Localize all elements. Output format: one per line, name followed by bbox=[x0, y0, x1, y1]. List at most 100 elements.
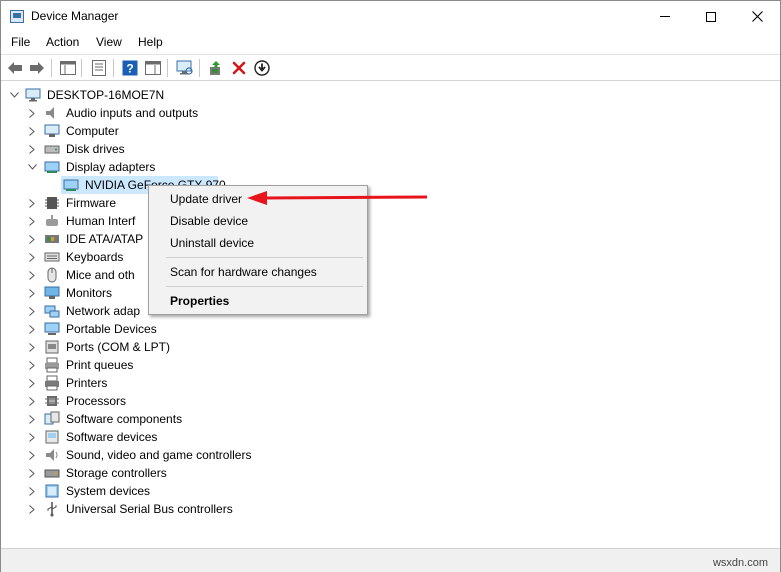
tree-category[interactable]: Print queues bbox=[1, 356, 301, 374]
tree-category[interactable]: Processors bbox=[1, 392, 301, 410]
minimize-button[interactable] bbox=[642, 1, 688, 32]
software-device-icon bbox=[44, 429, 60, 445]
close-button[interactable] bbox=[734, 1, 780, 32]
tree-category[interactable]: Software devices bbox=[1, 428, 301, 446]
tree-category[interactable]: Printers bbox=[1, 374, 301, 392]
tree-category[interactable]: Display adapters bbox=[1, 158, 301, 176]
tree-category[interactable]: Sound, video and game controllers bbox=[1, 446, 301, 464]
device-tree[interactable]: DESKTOP-16MOE7N Audio inputs and outputs… bbox=[1, 82, 780, 547]
maximize-icon bbox=[706, 11, 716, 22]
menu-item-disable-device[interactable]: Disable device bbox=[149, 211, 367, 231]
disable-device-icon bbox=[254, 60, 270, 76]
tree-category-label: Ports (COM & LPT) bbox=[66, 340, 171, 354]
tree-category-label: Human Interf bbox=[66, 214, 136, 228]
usb-icon bbox=[44, 501, 60, 517]
update-driver-button[interactable] bbox=[207, 59, 225, 77]
window-title: Device Manager bbox=[31, 9, 119, 23]
tree-category[interactable]: Software components bbox=[1, 410, 301, 428]
hid-icon bbox=[44, 213, 60, 229]
menu-help[interactable]: Help bbox=[138, 35, 163, 49]
display-adapter-icon bbox=[44, 159, 60, 175]
tree-category-label: IDE ATA/ATAP bbox=[66, 232, 144, 246]
chevron-right-icon[interactable] bbox=[27, 230, 37, 248]
chevron-right-icon[interactable] bbox=[27, 122, 37, 140]
tree-category[interactable]: Disk drives bbox=[1, 140, 301, 158]
chevron-right-icon[interactable] bbox=[27, 248, 37, 266]
scan-hardware-button[interactable] bbox=[176, 59, 194, 77]
menu-file[interactable]: File bbox=[11, 35, 30, 49]
uninstall-device-icon bbox=[232, 61, 246, 75]
chevron-down-icon[interactable] bbox=[9, 86, 19, 104]
title-bar[interactable]: Device Manager bbox=[1, 1, 780, 32]
menu-item-uninstall-device[interactable]: Uninstall device bbox=[149, 233, 367, 253]
computer-icon bbox=[44, 123, 60, 139]
toolbar-separator bbox=[81, 59, 82, 77]
portable-device-icon bbox=[44, 321, 60, 337]
speaker-icon bbox=[44, 105, 60, 121]
tree-category-label: Portable Devices bbox=[66, 322, 157, 336]
help-button[interactable]: ? bbox=[121, 59, 139, 77]
tree-category[interactable]: Ports (COM & LPT) bbox=[1, 338, 301, 356]
tree-category-label: System devices bbox=[66, 484, 151, 498]
tree-category[interactable]: Computer bbox=[1, 122, 301, 140]
properties-icon bbox=[92, 60, 106, 76]
chevron-right-icon[interactable] bbox=[27, 428, 37, 446]
chevron-right-icon[interactable] bbox=[27, 338, 37, 356]
chevron-right-icon[interactable] bbox=[27, 446, 37, 464]
root-label: DESKTOP-16MOE7N bbox=[47, 88, 165, 102]
action-pane-button[interactable] bbox=[144, 59, 162, 77]
chevron-right-icon[interactable] bbox=[27, 410, 37, 428]
chevron-right-icon[interactable] bbox=[27, 266, 37, 284]
menu-item-scan-hardware[interactable]: Scan for hardware changes bbox=[149, 262, 367, 282]
chevron-right-icon[interactable] bbox=[27, 356, 37, 374]
uninstall-device-button[interactable] bbox=[230, 59, 248, 77]
tree-category-label: Processors bbox=[66, 394, 127, 408]
menu-view[interactable]: View bbox=[96, 35, 122, 49]
back-button[interactable] bbox=[6, 59, 24, 77]
device-manager-icon bbox=[10, 10, 24, 23]
display-adapter-icon bbox=[63, 177, 79, 193]
menu-separator bbox=[166, 257, 363, 258]
tree-category[interactable]: Universal Serial Bus controllers bbox=[1, 500, 301, 518]
chevron-down-icon[interactable] bbox=[27, 158, 37, 176]
forward-button[interactable] bbox=[28, 59, 46, 77]
tree-category[interactable]: Audio inputs and outputs bbox=[1, 104, 301, 122]
tree-category-label: Disk drives bbox=[66, 142, 125, 156]
menu-item-properties[interactable]: Properties bbox=[149, 291, 367, 311]
chevron-right-icon[interactable] bbox=[27, 302, 37, 320]
toolbar-separator bbox=[167, 59, 168, 77]
chevron-right-icon[interactable] bbox=[27, 194, 37, 212]
tree-category[interactable]: Portable Devices bbox=[1, 320, 301, 338]
tree-category-label: Software components bbox=[66, 412, 183, 426]
chevron-right-icon[interactable] bbox=[27, 140, 37, 158]
chevron-right-icon[interactable] bbox=[27, 500, 37, 518]
chevron-right-icon[interactable] bbox=[27, 482, 37, 500]
update-driver-icon bbox=[210, 61, 220, 75]
tree-category[interactable]: Storage controllers bbox=[1, 464, 301, 482]
close-icon bbox=[751, 11, 763, 22]
tree-category[interactable]: System devices bbox=[1, 482, 301, 500]
help-icon: ? bbox=[122, 60, 138, 76]
console-tree-button[interactable] bbox=[59, 59, 77, 77]
chevron-right-icon[interactable] bbox=[27, 284, 37, 302]
chevron-right-icon[interactable] bbox=[27, 320, 37, 338]
menu-action[interactable]: Action bbox=[46, 35, 79, 49]
toolbar-separator bbox=[199, 59, 200, 77]
status-bar: wsxdn.com bbox=[1, 548, 780, 572]
properties-button[interactable] bbox=[90, 59, 108, 77]
disable-device-button[interactable] bbox=[253, 59, 271, 77]
chevron-right-icon[interactable] bbox=[27, 104, 37, 122]
toolbar-separator bbox=[113, 59, 114, 77]
maximize-button[interactable] bbox=[688, 1, 734, 32]
chevron-right-icon[interactable] bbox=[27, 392, 37, 410]
mouse-icon bbox=[44, 267, 60, 283]
tree-category-label: Display adapters bbox=[66, 160, 156, 174]
chevron-right-icon[interactable] bbox=[27, 212, 37, 230]
menu-separator bbox=[166, 286, 363, 287]
port-icon bbox=[44, 339, 60, 355]
menu-bar: File Action View Help bbox=[1, 32, 780, 53]
chevron-right-icon[interactable] bbox=[27, 374, 37, 392]
toolbar-separator bbox=[51, 59, 52, 77]
chevron-right-icon[interactable] bbox=[27, 464, 37, 482]
tree-root[interactable]: DESKTOP-16MOE7N bbox=[1, 86, 301, 104]
